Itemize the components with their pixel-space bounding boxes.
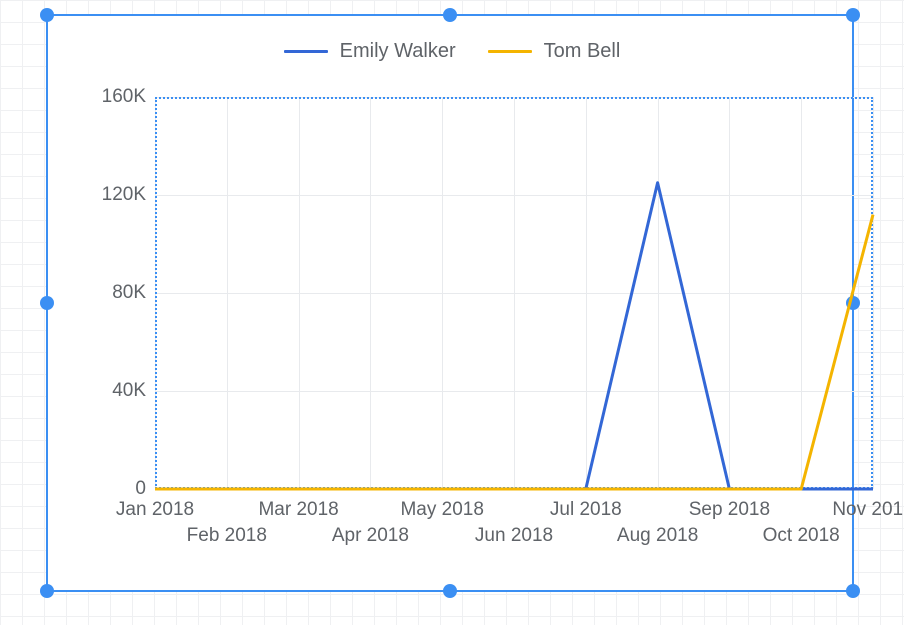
resize-handle-bottom-right[interactable] — [846, 584, 860, 598]
y-axis-tick-label: 120K — [66, 184, 146, 206]
chart-lines — [155, 97, 873, 489]
legend-item[interactable]: Emily Walker — [284, 40, 456, 63]
chart-plot-area[interactable] — [155, 97, 873, 489]
resize-handle-top-center[interactable] — [443, 8, 457, 22]
x-axis-tick-label: May 2018 — [400, 499, 483, 521]
resize-handle-bottom-left[interactable] — [40, 584, 54, 598]
series-line — [155, 183, 873, 489]
legend-swatch — [284, 50, 328, 53]
resize-handle-top-left[interactable] — [40, 8, 54, 22]
legend-label: Tom Bell — [544, 40, 621, 63]
x-axis-tick-label: Apr 2018 — [332, 525, 409, 547]
y-axis-tick-label: 40K — [66, 380, 146, 402]
series-line — [155, 215, 873, 489]
legend-item[interactable]: Tom Bell — [488, 40, 621, 63]
x-axis-tick-label: Nov 2018 — [832, 499, 904, 521]
gridline-v — [873, 97, 874, 489]
x-axis-tick-label: Jun 2018 — [475, 525, 553, 547]
resize-handle-top-right[interactable] — [846, 8, 860, 22]
x-axis-tick-label: Mar 2018 — [258, 499, 338, 521]
legend-label: Emily Walker — [340, 40, 456, 63]
x-axis-tick-label: Oct 2018 — [763, 525, 840, 547]
y-axis-tick-label: 0 — [66, 478, 146, 500]
chart-legend: Emily Walker Tom Bell — [0, 40, 904, 63]
x-axis-tick-label: Jul 2018 — [550, 499, 622, 521]
x-axis-tick-label: Jan 2018 — [116, 499, 194, 521]
resize-handle-mid-left[interactable] — [40, 296, 54, 310]
x-axis-tick-label: Aug 2018 — [617, 525, 698, 547]
legend-swatch — [488, 50, 532, 53]
resize-handle-bottom-center[interactable] — [443, 584, 457, 598]
x-axis-tick-label: Sep 2018 — [689, 499, 770, 521]
y-axis-tick-label: 80K — [66, 282, 146, 304]
y-axis-tick-label: 160K — [66, 86, 146, 108]
x-axis-tick-label: Feb 2018 — [187, 525, 267, 547]
